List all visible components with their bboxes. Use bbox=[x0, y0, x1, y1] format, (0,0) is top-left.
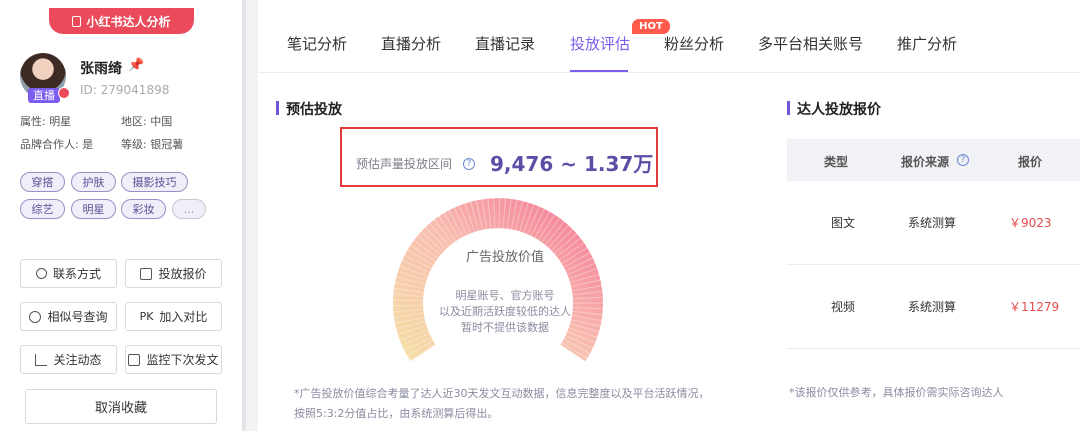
similar-search-button[interactable]: 相似号查询 bbox=[20, 302, 117, 331]
gauge-note-line: 以及近期活跃度较低的达人 bbox=[439, 305, 571, 318]
monitor-next-post-button-label: 监控下次发文 bbox=[146, 353, 219, 367]
gauge-note-line: 暂时不提供该数据 bbox=[461, 321, 549, 334]
profile-name: 张雨绮 bbox=[80, 61, 122, 77]
price-icon bbox=[140, 267, 153, 280]
price-quote-button[interactable]: 投放报价 bbox=[125, 259, 222, 288]
tag-chip[interactable]: 明星 bbox=[71, 199, 116, 219]
phone-icon bbox=[35, 268, 47, 279]
col-header-type: 类型 bbox=[824, 155, 849, 169]
main-panel: 笔记分析 直播分析 直播记录 投放评估 HOT 粉丝分析 多平台相关账号 推广分… bbox=[258, 0, 1080, 431]
tag-chip[interactable]: 彩妆 bbox=[121, 199, 166, 219]
pricing-section-title: 达人投放报价 bbox=[787, 99, 881, 119]
monitor-icon bbox=[128, 353, 141, 366]
chart-icon bbox=[35, 353, 48, 366]
pin-icon[interactable]: 📌 bbox=[128, 58, 144, 73]
row-type: 视频 bbox=[831, 300, 856, 314]
estimate-range-value: 9,476 ~ 1.37万 bbox=[490, 152, 654, 176]
pricing-note: *该报价仅供参考，具体报价需实际咨询达人 bbox=[789, 386, 1004, 399]
pk-icon: PK bbox=[139, 310, 154, 323]
estimate-section-title: 预估投放 bbox=[276, 99, 342, 119]
follow-updates-button[interactable]: 关注动态 bbox=[20, 345, 117, 374]
profile-id: ID: 279041898 bbox=[80, 83, 170, 97]
col-header-source: 报价来源 bbox=[901, 155, 950, 169]
help-icon[interactable]: ? bbox=[463, 158, 475, 170]
row-divider bbox=[787, 348, 1080, 349]
tab-placement-evaluation[interactable]: 投放评估 bbox=[570, 33, 630, 54]
col-header-price: 报价 bbox=[1018, 155, 1043, 169]
row-price: ￥9023 bbox=[1009, 216, 1052, 230]
tag-chip[interactable]: 护肤 bbox=[71, 172, 116, 192]
follow-updates-button-label: 关注动态 bbox=[53, 353, 102, 367]
attr-level: 等级: 银冠薯 bbox=[121, 138, 184, 151]
hot-badge: HOT bbox=[632, 19, 670, 34]
gauge-note-line: 明星账号、官方账号 bbox=[455, 289, 555, 302]
add-compare-button-label: 加入对比 bbox=[159, 310, 208, 324]
tab-promotion-analysis[interactable]: 推广分析 bbox=[897, 33, 957, 54]
contact-button[interactable]: 联系方式 bbox=[20, 259, 117, 288]
cancel-favorite-button[interactable]: 取消收藏 bbox=[25, 389, 217, 424]
estimate-footnote: *广告投放价值综合考量了达人近30天发文互动数据，信息完整度以及平台活跃情况，按… bbox=[294, 387, 710, 420]
add-compare-button[interactable]: PK 加入对比 bbox=[125, 302, 222, 331]
badge-title: 小红书达人分析 bbox=[86, 14, 171, 29]
tab-note-analysis[interactable]: 笔记分析 bbox=[287, 33, 347, 54]
row-price: ￥11279 bbox=[1009, 300, 1060, 314]
attr-brand-partner: 品牌合作人: 是 bbox=[20, 138, 94, 151]
tab-live-records[interactable]: 直播记录 bbox=[475, 33, 535, 54]
tab-multi-platform-accounts[interactable]: 多平台相关账号 bbox=[758, 33, 863, 54]
tag-chip[interactable]: 综艺 bbox=[20, 199, 65, 219]
row-source: 系统测算 bbox=[908, 216, 957, 230]
sidebar: 小红书达人分析 直播 张雨绮 📌 ID: 279041898 属性: 明星 地区… bbox=[0, 0, 242, 431]
tabs-divider bbox=[258, 72, 1080, 73]
more-tags-chip[interactable]: ... bbox=[172, 199, 206, 219]
live-tag: 直播 bbox=[28, 88, 60, 103]
notebook-icon bbox=[72, 15, 82, 27]
verified-icon bbox=[58, 87, 70, 99]
xiaohongshu-analysis-badge: 小红书达人分析 bbox=[49, 8, 194, 34]
contact-button-label: 联系方式 bbox=[52, 267, 101, 281]
panel-divider bbox=[242, 0, 246, 431]
tab-fan-analysis[interactable]: 粉丝分析 bbox=[664, 33, 724, 54]
tab-live-analysis[interactable]: 直播分析 bbox=[381, 33, 441, 54]
estimate-range-label: 预估声量投放区间 bbox=[356, 157, 453, 171]
row-divider bbox=[787, 264, 1080, 265]
row-type: 图文 bbox=[831, 216, 856, 230]
gauge-title: 广告投放价值 bbox=[465, 250, 544, 265]
value-gauge bbox=[393, 198, 603, 362]
similar-search-button-label: 相似号查询 bbox=[47, 310, 108, 324]
tag-chip[interactable]: 穿搭 bbox=[20, 172, 65, 192]
attr-category: 属性: 明星 bbox=[20, 115, 72, 128]
help-icon[interactable]: ? bbox=[957, 154, 969, 166]
monitor-next-post-button[interactable]: 监控下次发文 bbox=[125, 345, 222, 374]
search-icon bbox=[29, 310, 42, 323]
attr-region: 地区: 中国 bbox=[121, 115, 173, 128]
row-source: 系统测算 bbox=[908, 300, 957, 314]
tag-chip[interactable]: 摄影技巧 bbox=[121, 172, 188, 192]
price-quote-button-label: 投放报价 bbox=[158, 267, 207, 281]
